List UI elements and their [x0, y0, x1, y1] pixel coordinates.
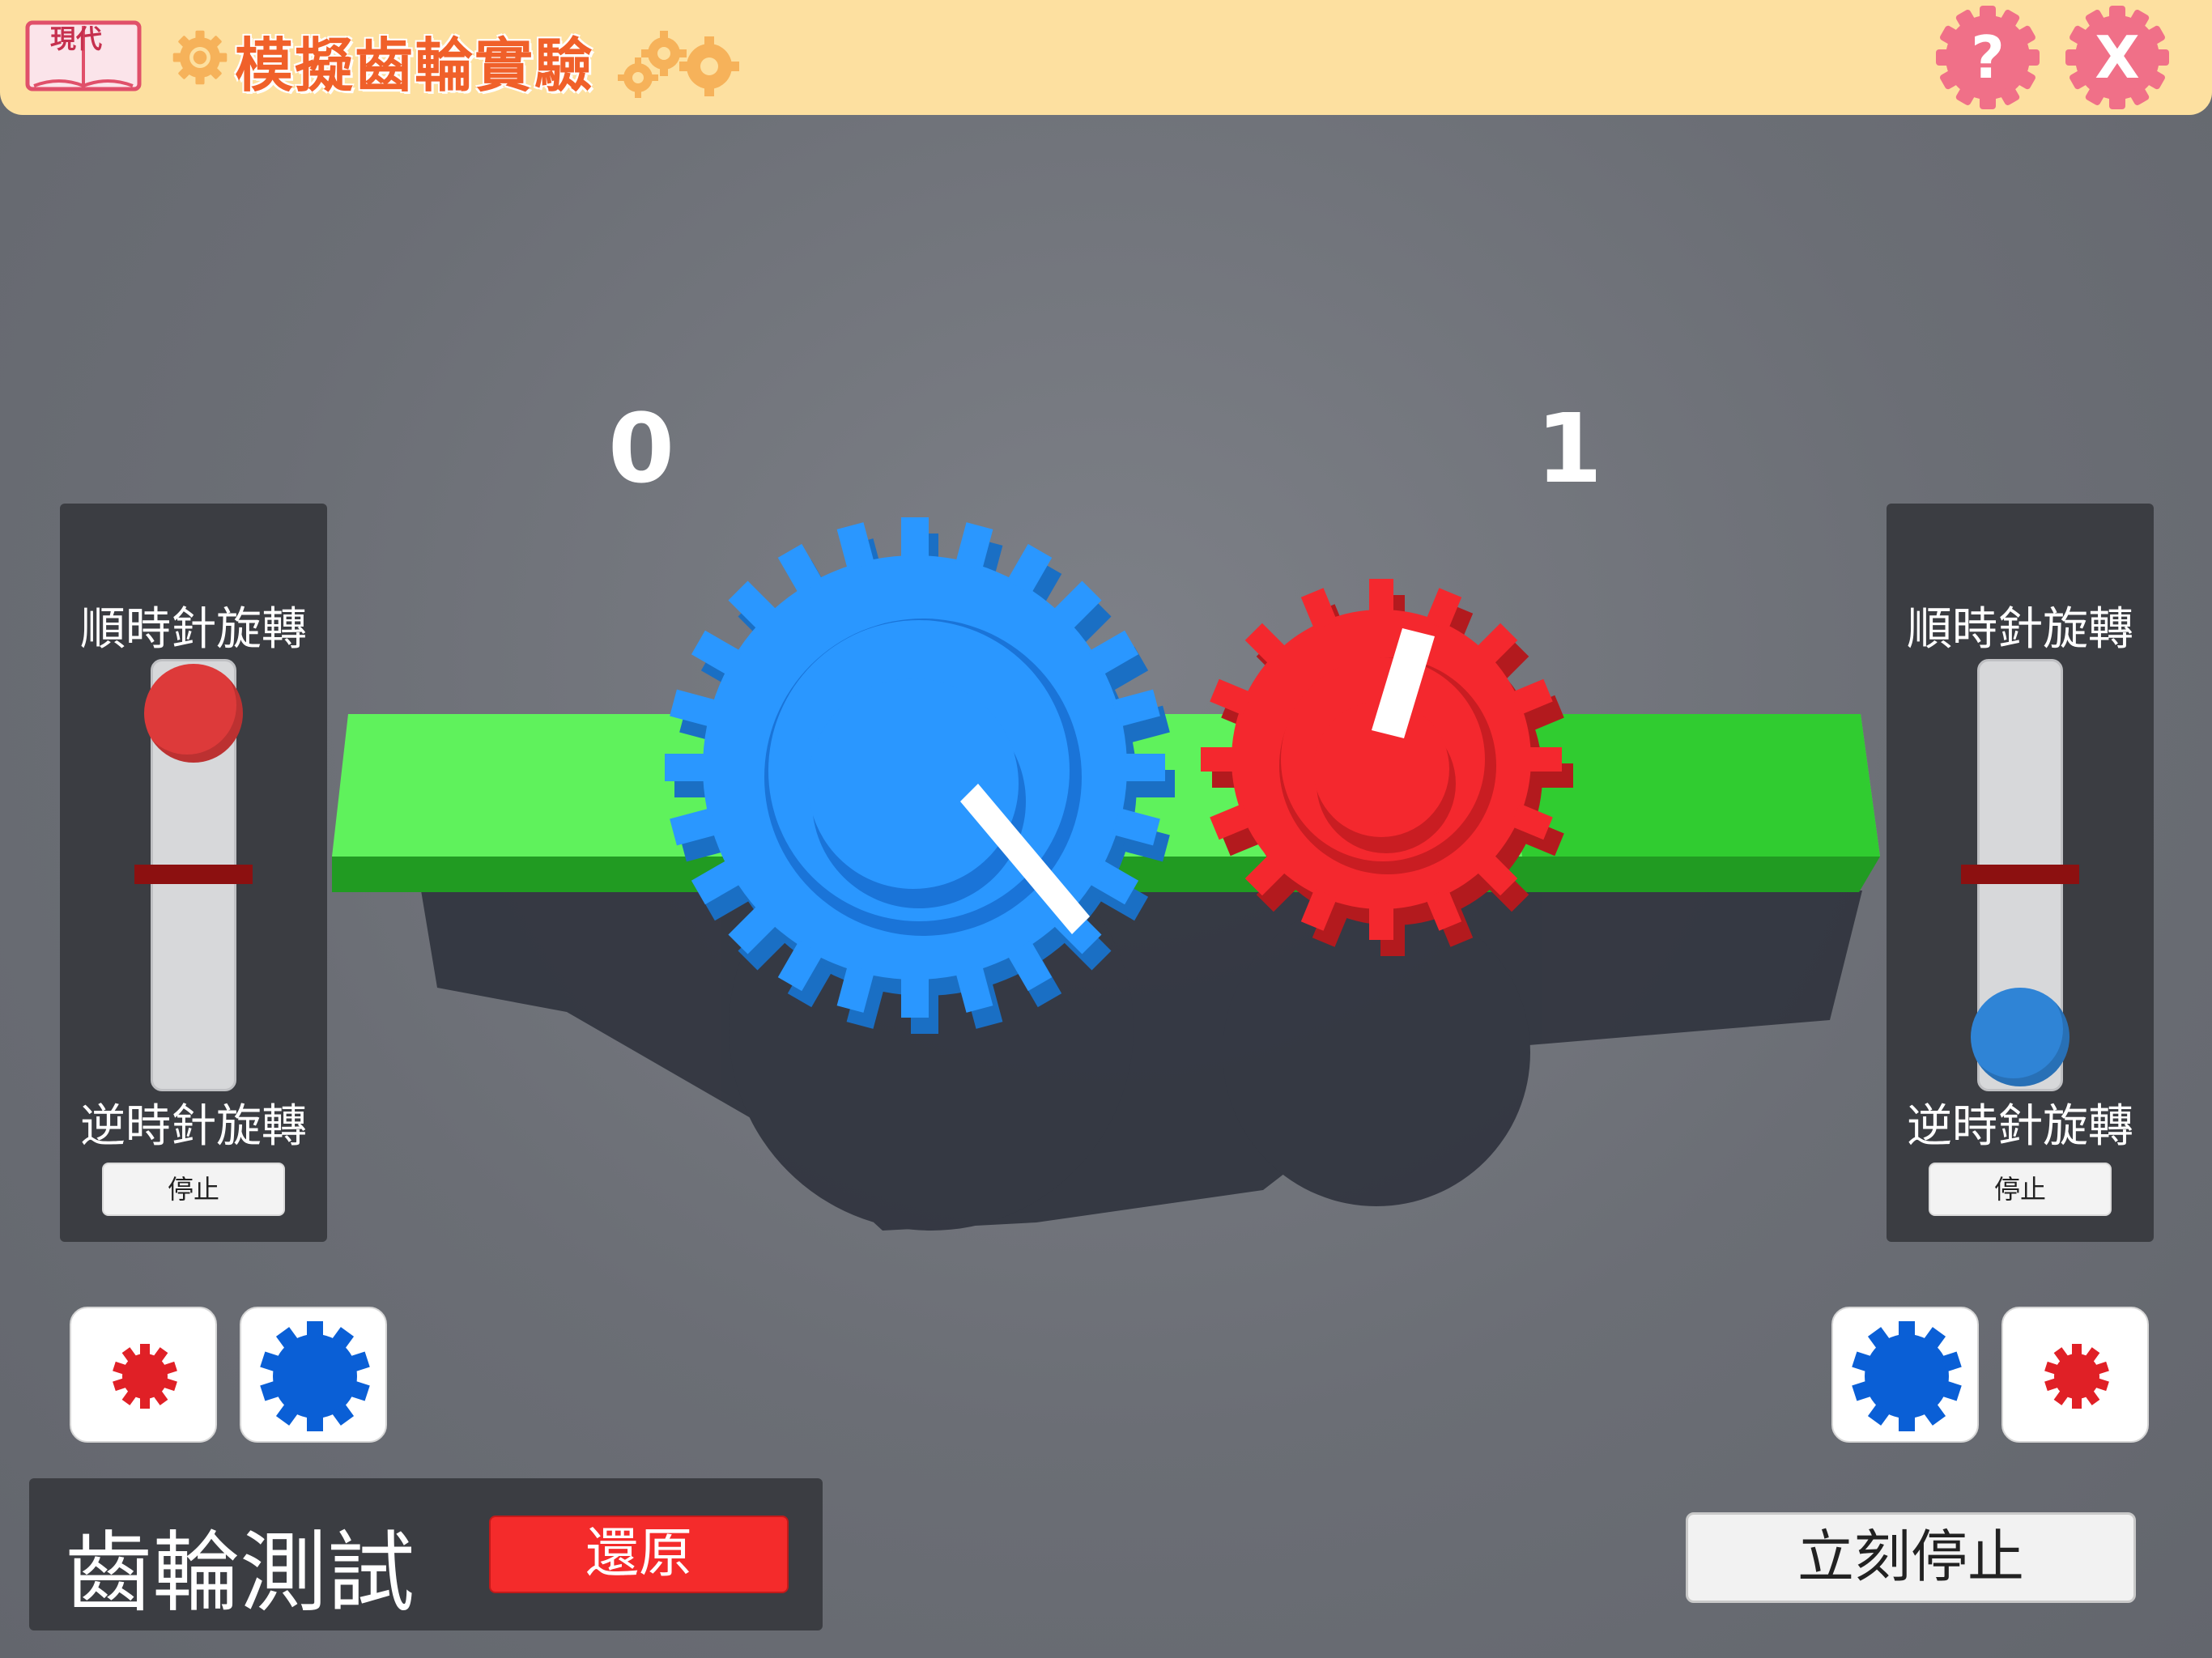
stop-button[interactable]: 停止 — [102, 1163, 285, 1216]
rotation-slider-knob[interactable] — [144, 664, 243, 763]
small-red-gear-icon — [113, 1344, 177, 1409]
left-rotation-panel: 順時針旋轉 逆時針旋轉 停止 — [60, 504, 327, 1242]
stop-button[interactable]: 停止 — [1929, 1163, 2112, 1216]
large-blue-gear-icon — [260, 1321, 370, 1431]
counterclockwise-label: 逆時針旋轉 — [1907, 1100, 2133, 1153]
large-blue-gear-icon — [1852, 1321, 1962, 1431]
right-gear-rotation-count: 1 — [1535, 393, 1603, 504]
right-large-blue-gear-button[interactable] — [1831, 1307, 1979, 1443]
gear-test-panel: 齒輪測試 還原 — [29, 1478, 823, 1630]
clockwise-label: 順時針旋轉 — [80, 603, 307, 656]
stop-marker — [134, 865, 253, 884]
rotation-slider-knob[interactable] — [1971, 988, 2069, 1086]
left-large-blue-gear-button[interactable] — [240, 1307, 387, 1443]
counterclockwise-label: 逆時針旋轉 — [80, 1100, 307, 1153]
right-rotation-panel: 順時針旋轉 逆時針旋轉 停止 — [1887, 504, 2154, 1242]
left-gear-rotation-count: 0 — [607, 393, 675, 504]
small-red-gear-icon — [2044, 1344, 2109, 1409]
left-small-red-gear-button[interactable] — [70, 1307, 217, 1443]
right-small-red-gear-button[interactable] — [2001, 1307, 2149, 1443]
clockwise-label: 順時針旋轉 — [1907, 603, 2133, 656]
stop-marker — [1961, 865, 2079, 884]
reset-button[interactable]: 還原 — [489, 1516, 789, 1593]
gear-test-label: 齒輪測試 — [65, 1523, 415, 1624]
stop-now-button[interactable]: 立刻停止 — [1686, 1512, 2136, 1603]
